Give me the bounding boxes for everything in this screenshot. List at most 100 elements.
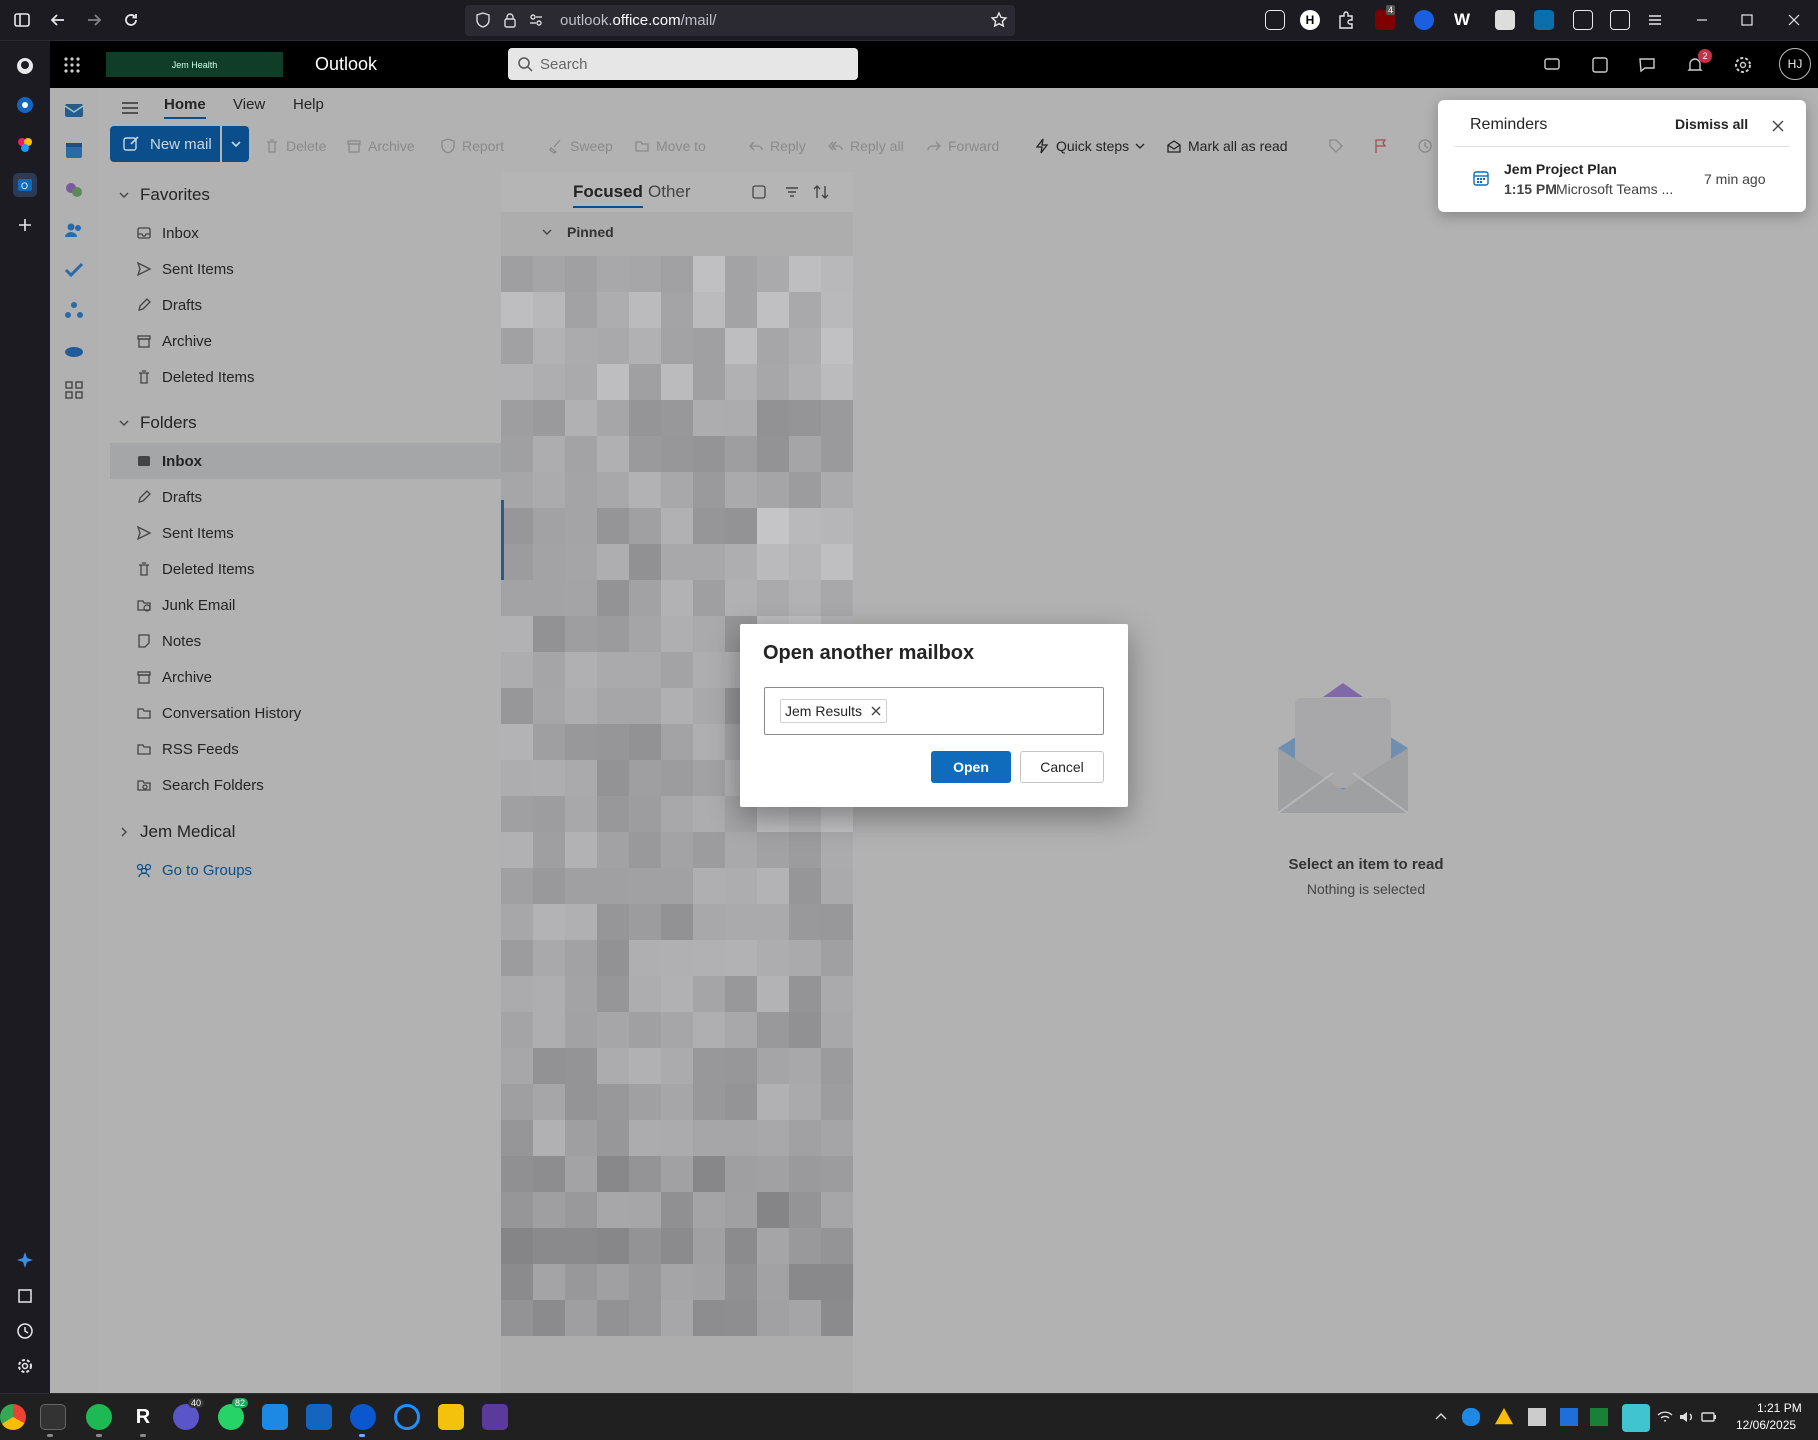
gear-icon[interactable]	[1731, 53, 1755, 77]
dismiss-all-button[interactable]: Dismiss all	[1675, 116, 1748, 132]
brand-logo[interactable]: Jem Health	[106, 52, 283, 77]
quick-steps-button[interactable]: Quick steps	[1034, 132, 1145, 160]
org-icon[interactable]	[62, 298, 86, 322]
back-icon[interactable]	[46, 8, 70, 32]
drive-tray-icon[interactable]	[1495, 1408, 1513, 1425]
minimize-icon[interactable]	[1692, 10, 1712, 30]
coffee-tray-icon[interactable]	[1528, 1408, 1546, 1426]
wifi-icon[interactable]	[1656, 1408, 1674, 1426]
tag-icon[interactable]	[1328, 138, 1344, 154]
close-icon[interactable]	[1768, 116, 1788, 136]
q-app-taskbar-icon[interactable]	[482, 1404, 508, 1430]
battery-icon[interactable]	[1700, 1408, 1718, 1426]
reply-all-button[interactable]: Reply all	[828, 132, 904, 160]
lock-icon[interactable]	[502, 12, 518, 28]
delete-button[interactable]: Delete	[264, 132, 326, 160]
sort-icon[interactable]	[812, 184, 830, 200]
flag-icon[interactable]	[1373, 138, 1389, 154]
clock-time[interactable]: 1:21 PM	[1757, 1401, 1802, 1415]
r-app-taskbar-icon[interactable]: R	[130, 1404, 156, 1430]
close-window-icon[interactable]	[1784, 10, 1804, 30]
select-icon[interactable]	[751, 184, 767, 200]
chrome-taskbar-icon[interactable]	[0, 1404, 26, 1430]
outlook-sidebar-icon[interactable]: O	[13, 173, 37, 197]
cancel-button[interactable]: Cancel	[1020, 751, 1104, 783]
ext-box-icon[interactable]	[1573, 10, 1593, 30]
more-apps-icon[interactable]	[62, 378, 86, 402]
reload-icon[interactable]	[119, 8, 143, 32]
bookmark-star-icon[interactable]	[990, 11, 1008, 29]
sparkle-icon[interactable]	[13, 1248, 37, 1272]
move-to-button[interactable]: Move to	[634, 132, 706, 160]
tab-help[interactable]: Help	[293, 96, 324, 113]
archive-button[interactable]: Archive	[346, 132, 415, 160]
github-icon[interactable]	[13, 54, 37, 78]
hamburger-icon[interactable]	[120, 98, 140, 118]
terminal-taskbar-icon[interactable]	[40, 1404, 66, 1430]
jem-medical-group-header[interactable]: Jem Medical	[118, 822, 235, 842]
sidebar-toggle-icon[interactable]	[10, 8, 34, 32]
chevron-up-icon[interactable]	[1432, 1408, 1450, 1426]
notepad-taskbar-icon[interactable]	[306, 1404, 332, 1430]
history-icon[interactable]	[13, 1319, 37, 1343]
mailbox-input[interactable]: Jem Results	[764, 687, 1104, 735]
pocket-icon[interactable]	[1265, 10, 1285, 30]
extensions-puzzle-icon[interactable]	[1336, 10, 1356, 30]
b-app-taskbar-icon[interactable]	[438, 1404, 464, 1430]
shield-icon[interactable]	[475, 12, 491, 28]
app-launcher-icon[interactable]	[60, 53, 84, 77]
todo-icon[interactable]	[62, 258, 86, 282]
tab-other[interactable]: Other	[648, 182, 691, 202]
ext-reader-icon[interactable]	[1610, 10, 1630, 30]
menu-icon[interactable]	[1645, 10, 1665, 30]
forward-button[interactable]: Forward	[926, 132, 999, 160]
open-button[interactable]: Open	[931, 751, 1011, 783]
pinned-group-header[interactable]: Pinned	[541, 224, 614, 240]
defender-tray-icon[interactable]	[1560, 1408, 1578, 1426]
printer-icon[interactable]	[13, 1284, 37, 1308]
excel-tray-icon[interactable]	[1590, 1408, 1608, 1426]
permissions-icon[interactable]	[528, 12, 544, 28]
microphone-tray-icon[interactable]	[1622, 1404, 1650, 1432]
tab-view[interactable]: View	[233, 96, 265, 113]
remove-chip-icon[interactable]	[870, 705, 882, 717]
w-extension-icon[interactable]: W	[1454, 10, 1474, 30]
filter-icon[interactable]	[784, 184, 800, 200]
onedrive-tray-icon[interactable]	[1462, 1408, 1480, 1426]
tab-home[interactable]: Home	[164, 96, 206, 119]
g-app-taskbar-icon[interactable]	[394, 1404, 420, 1430]
tab-focused[interactable]: Focused	[573, 182, 643, 208]
avatar[interactable]: HJ	[1779, 48, 1811, 80]
chat-icon[interactable]	[1540, 53, 1564, 77]
forward-icon[interactable]	[82, 8, 106, 32]
add-panel-icon[interactable]	[13, 213, 37, 237]
sweep-button[interactable]: Sweep	[548, 132, 613, 160]
address-bar[interactable]: outlook.office.com/mail/	[465, 5, 1015, 36]
settings-icon[interactable]	[13, 1354, 37, 1378]
app-sidebar-icon-1[interactable]	[13, 93, 37, 117]
teams-icon[interactable]	[1588, 53, 1612, 77]
app-title[interactable]: Outlook	[315, 54, 377, 75]
url-text[interactable]: outlook.office.com/mail/	[560, 12, 716, 29]
search-box[interactable]: Search	[508, 48, 858, 80]
clock-icon[interactable]	[1417, 138, 1433, 154]
report-button[interactable]: Report	[440, 132, 504, 160]
maximize-icon[interactable]	[1737, 10, 1757, 30]
people-icon[interactable]	[62, 218, 86, 242]
ext-tab-icon[interactable]	[1495, 10, 1515, 30]
password-manager-icon[interactable]	[1414, 10, 1434, 30]
feedback-icon[interactable]	[1635, 53, 1659, 77]
app-sidebar-icon-2[interactable]	[13, 133, 37, 157]
mail-icon[interactable]	[62, 98, 86, 122]
favorites-header[interactable]: Favorites	[118, 185, 210, 205]
onedrive-icon[interactable]	[62, 338, 86, 362]
ext-p-icon[interactable]	[1534, 10, 1554, 30]
mailbox-chip[interactable]: Jem Results	[780, 699, 888, 723]
copilot-icon[interactable]	[62, 178, 86, 202]
spotify-taskbar-icon[interactable]	[86, 1404, 112, 1430]
s-app-taskbar-icon[interactable]	[262, 1404, 288, 1430]
clock-date[interactable]: 12/06/2025	[1736, 1418, 1796, 1432]
h-extension-icon[interactable]: H	[1300, 10, 1320, 30]
reply-button[interactable]: Reply	[748, 132, 806, 160]
volume-icon[interactable]	[1678, 1408, 1696, 1426]
